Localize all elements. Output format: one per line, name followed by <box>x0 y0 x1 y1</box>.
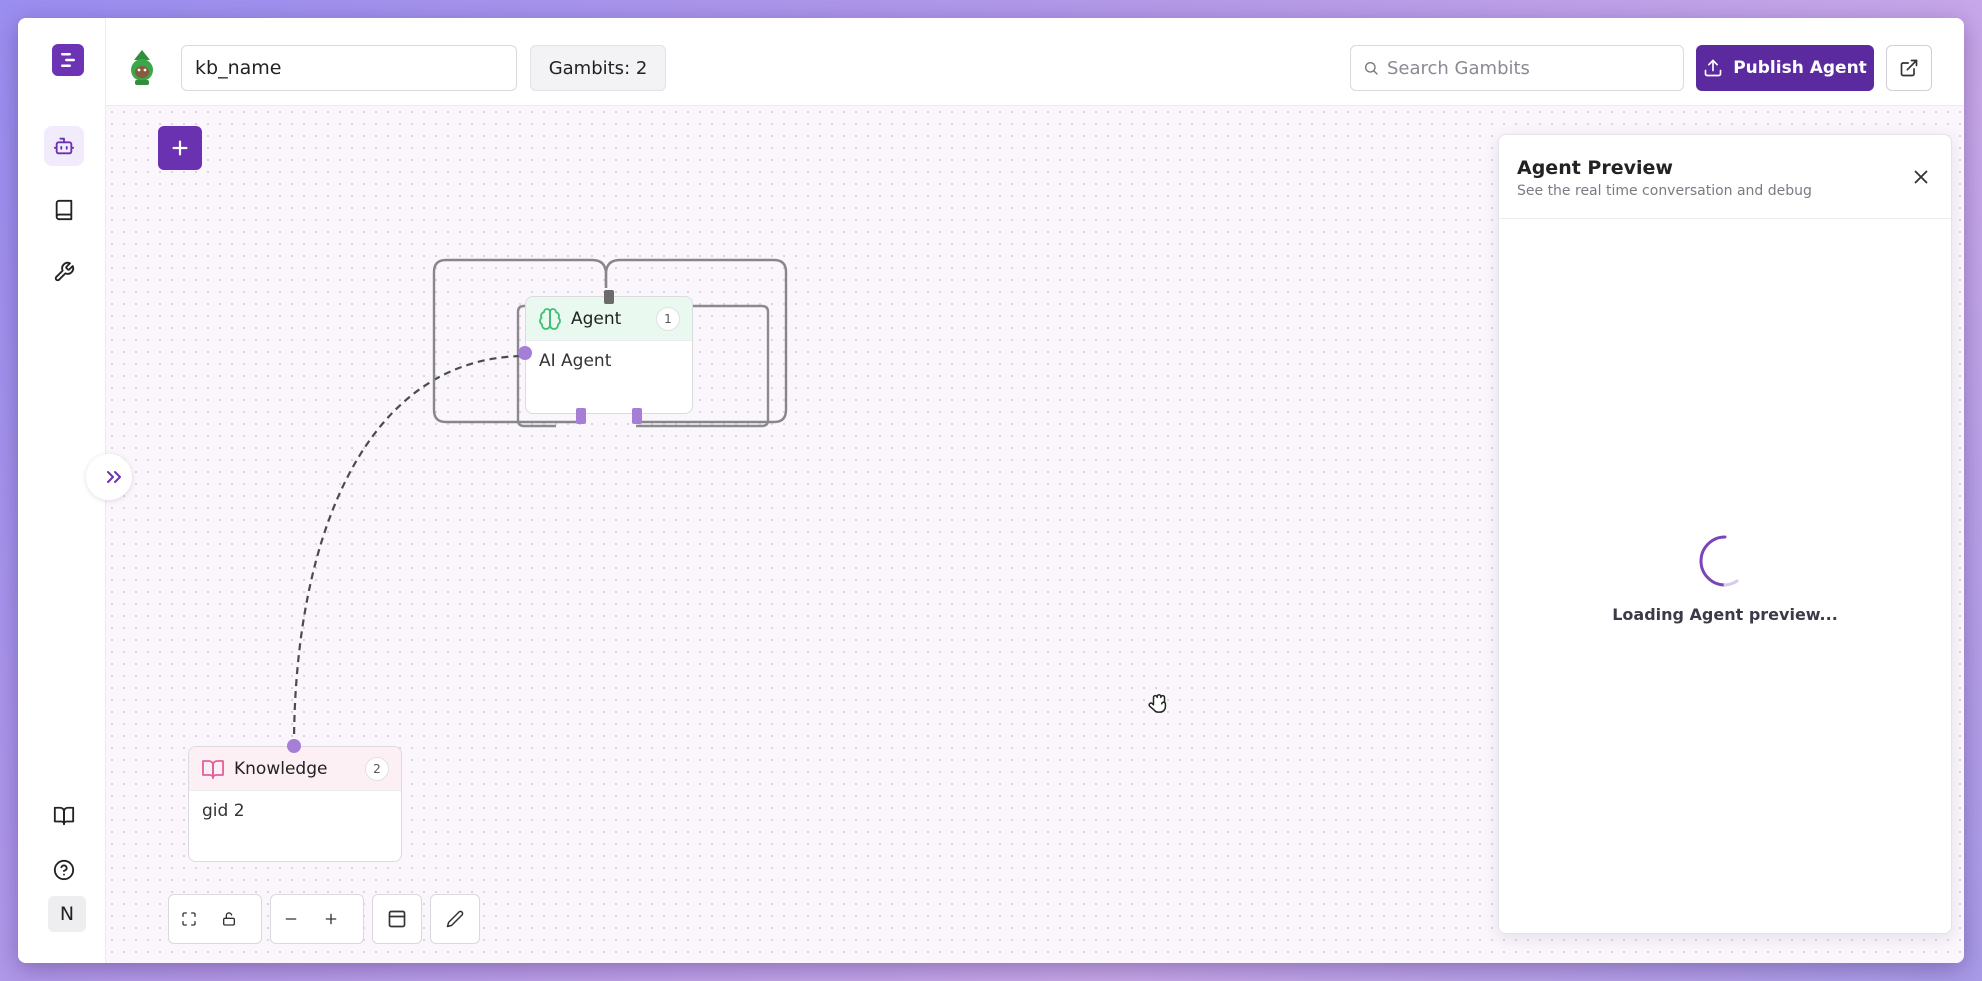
view-controls <box>168 894 262 944</box>
user-avatar[interactable]: N <box>48 896 86 932</box>
search-gambits-field[interactable] <box>1350 45 1684 91</box>
plus-small-icon <box>325 913 337 925</box>
expand-panel-button[interactable] <box>86 454 132 500</box>
app-logo[interactable] <box>52 44 84 76</box>
zoom-out-button[interactable] <box>271 895 311 943</box>
sidebar-item-help[interactable] <box>44 850 84 890</box>
unlock-icon <box>223 912 235 926</box>
zoom-controls <box>270 894 364 944</box>
knowledge-node-title: Knowledge <box>234 758 328 779</box>
kb-name-input[interactable]: kb_name <box>181 45 517 91</box>
sidebar-item-knowledge[interactable] <box>44 190 84 230</box>
sidebar-item-docs[interactable] <box>44 796 84 836</box>
wrench-icon <box>54 261 75 282</box>
plus-icon <box>172 140 188 156</box>
agent-mascot-icon <box>131 50 153 85</box>
lock-toggle-button[interactable] <box>209 895 249 943</box>
book-icon <box>55 199 73 221</box>
agent-preview-title: Agent Preview <box>1517 157 1673 179</box>
knowledge-node-label: gid 2 <box>202 801 245 821</box>
close-icon <box>1914 170 1928 184</box>
flow-canvas[interactable]: Agent 1 AI Agent Knowledge 2 gid 2 Agent… <box>86 106 1964 963</box>
sidebar-item-agents[interactable] <box>44 126 84 166</box>
pencil-icon <box>446 910 464 928</box>
agent-preview-header: Agent Preview See the real time conversa… <box>1499 135 1951 219</box>
sidebar-item-tools[interactable] <box>44 252 84 292</box>
zoom-in-button[interactable] <box>311 895 351 943</box>
add-node-button[interactable] <box>158 126 202 170</box>
search-icon <box>1365 61 1378 75</box>
agent-node-count: 1 <box>656 306 680 331</box>
search-input[interactable] <box>1387 57 1657 79</box>
minus-icon <box>285 918 297 920</box>
external-link-icon <box>1900 59 1918 77</box>
agent-output-handle-right[interactable] <box>632 408 642 424</box>
book-open-icon <box>53 806 75 826</box>
edit-control <box>430 894 480 944</box>
loading-spinner-icon <box>1699 535 1739 587</box>
agent-node-label: AI Agent <box>539 351 612 371</box>
gambits-count-badge: Gambits: 2 <box>530 45 666 91</box>
chevrons-right-icon <box>107 471 121 483</box>
agent-top-handle[interactable] <box>604 290 614 304</box>
brain-icon <box>539 307 561 330</box>
bot-icon <box>53 137 75 155</box>
layout-control <box>372 894 422 944</box>
app-window: N kb_name Gambits: 2 Publish Agent <box>18 18 1964 963</box>
publish-agent-label: Publish Agent <box>1733 58 1867 78</box>
help-circle-icon <box>53 859 75 881</box>
publish-agent-button[interactable]: Publish Agent <box>1696 45 1874 91</box>
agent-output-handle-left[interactable] <box>576 408 586 424</box>
maximize-icon <box>182 912 196 926</box>
knowledge-node-count: 2 <box>365 756 389 781</box>
top-header: kb_name Gambits: 2 Publish Agent <box>106 18 1964 106</box>
knowledge-node[interactable]: Knowledge 2 gid 2 <box>188 746 402 862</box>
layout-button[interactable] <box>377 895 417 943</box>
agent-preview-subtitle: See the real time conversation and debug <box>1517 183 1812 199</box>
book-open-node-icon <box>202 759 224 779</box>
logo-icon <box>61 53 75 67</box>
edit-button[interactable] <box>435 895 475 943</box>
panel-icon <box>388 910 406 928</box>
fit-view-button[interactable] <box>169 895 209 943</box>
agent-node-title: Agent <box>571 308 622 329</box>
close-preview-button[interactable] <box>1907 163 1935 191</box>
agent-input-handle[interactable] <box>518 346 532 360</box>
agent-node[interactable]: Agent 1 AI Agent <box>525 296 693 414</box>
knowledge-output-handle[interactable] <box>287 739 301 753</box>
agent-preview-panel: Agent Preview See the real time conversa… <box>1498 134 1952 934</box>
knowledge-node-header: Knowledge 2 <box>189 747 401 791</box>
loading-preview-text: Loading Agent preview... <box>1612 605 1838 624</box>
open-external-button[interactable] <box>1886 45 1932 91</box>
hand-cursor-icon <box>1148 694 1167 713</box>
upload-icon <box>1704 59 1722 77</box>
